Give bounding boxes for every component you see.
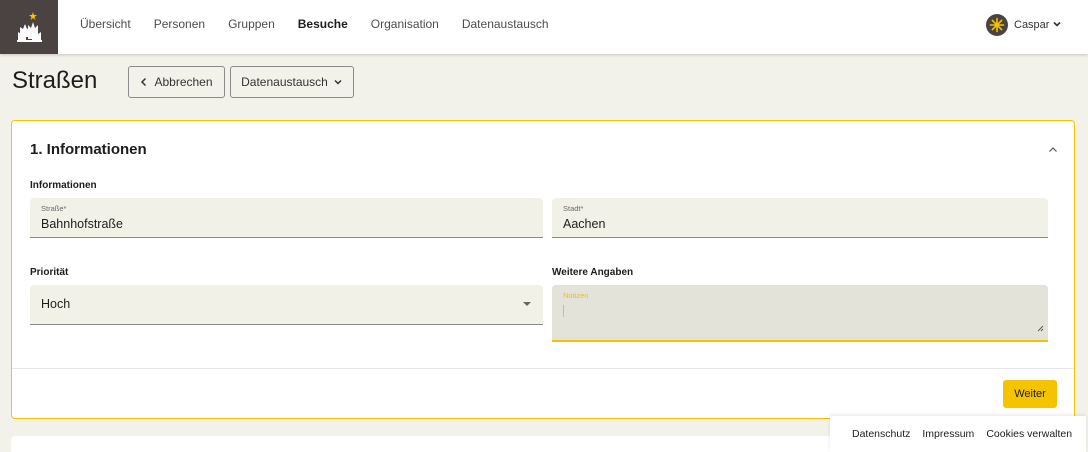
nav-item-datenaustausch[interactable]: Datenaustausch bbox=[462, 17, 549, 31]
information-card: 1. Informationen Informationen Straße* B… bbox=[11, 120, 1075, 419]
city-field-value: Aachen bbox=[563, 217, 606, 231]
cookie-settings-link[interactable]: Cookies verwalten bbox=[986, 428, 1072, 440]
section-title: 1. Informationen bbox=[30, 141, 147, 158]
priority-select-value: Hoch bbox=[41, 297, 71, 311]
notes-textarea[interactable]: Notizen bbox=[552, 285, 1048, 342]
informationen-label: Informationen bbox=[30, 180, 97, 191]
data-exchange-button-label: Datenaustausch bbox=[241, 75, 328, 89]
resize-handle-icon[interactable] bbox=[1037, 319, 1044, 337]
chevron-up-icon[interactable] bbox=[1047, 142, 1059, 160]
star-avatar-icon bbox=[986, 14, 1008, 36]
data-exchange-button[interactable]: Datenaustausch bbox=[230, 66, 354, 98]
crowns-logo-icon bbox=[17, 12, 42, 42]
priority-label: Priorität bbox=[30, 267, 69, 278]
next-button[interactable]: Weiter bbox=[1003, 380, 1057, 408]
street-field[interactable]: Straße* Bahnhofstraße bbox=[30, 198, 543, 238]
nav-item-uebersicht[interactable]: Übersicht bbox=[80, 17, 131, 31]
dropdown-arrow-icon bbox=[523, 302, 531, 306]
nav-item-personen[interactable]: Personen bbox=[154, 17, 205, 31]
page-title: Straßen bbox=[12, 67, 98, 94]
priority-select[interactable]: Hoch bbox=[30, 285, 543, 325]
footer-links: Datenschutz Impressum Cookies verwalten bbox=[830, 416, 1086, 452]
more-info-label: Weitere Angaben bbox=[552, 267, 634, 278]
nav-item-gruppen[interactable]: Gruppen bbox=[228, 17, 275, 31]
chevron-down-icon bbox=[333, 77, 343, 87]
card-divider bbox=[12, 368, 1074, 369]
cancel-button-label: Abbrechen bbox=[154, 75, 213, 89]
street-field-value: Bahnhofstraße bbox=[41, 217, 123, 231]
chevron-down-icon bbox=[1052, 16, 1062, 34]
imprint-link[interactable]: Impressum bbox=[922, 428, 974, 440]
text-caret bbox=[563, 305, 564, 317]
nav-item-besuche[interactable]: Besuche bbox=[298, 17, 348, 31]
cancel-button[interactable]: Abbrechen bbox=[128, 66, 225, 98]
main-nav: Übersicht Personen Gruppen Besuche Organ… bbox=[80, 17, 572, 31]
nav-item-organisation[interactable]: Organisation bbox=[371, 17, 439, 31]
user-menu[interactable]: Caspar bbox=[986, 14, 1062, 36]
notes-label: Notizen bbox=[563, 291, 589, 300]
three-kings-logo[interactable] bbox=[0, 0, 58, 54]
top-navigation-bar: Übersicht Personen Gruppen Besuche Organ… bbox=[0, 0, 1088, 54]
user-name: Caspar bbox=[1014, 19, 1050, 31]
city-field[interactable]: Stadt* Aachen bbox=[552, 198, 1048, 238]
chevron-left-icon bbox=[140, 77, 148, 87]
street-field-label: Straße* bbox=[41, 204, 67, 213]
city-field-label: Stadt* bbox=[563, 204, 584, 213]
privacy-link[interactable]: Datenschutz bbox=[852, 428, 910, 440]
